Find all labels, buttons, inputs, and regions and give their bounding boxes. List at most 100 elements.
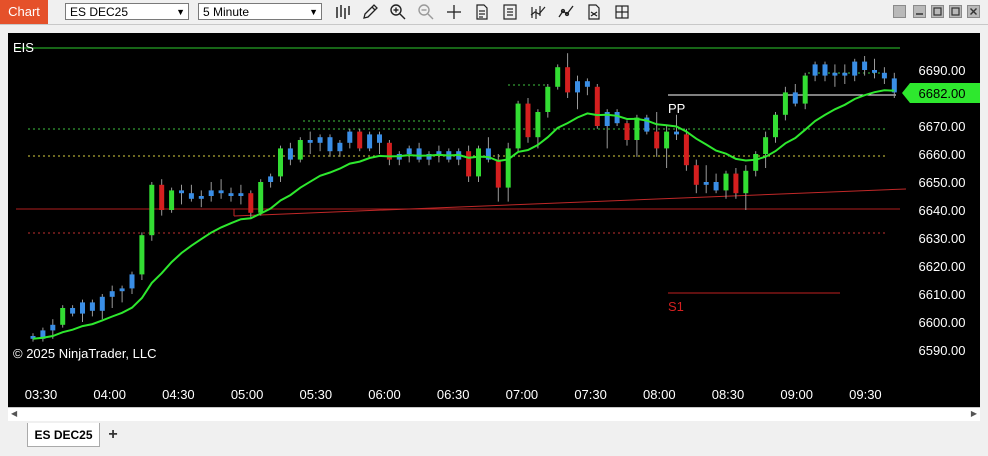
chart-toolbar: Chart ES DEC25 ▼ 5 Minute ▼ bbox=[0, 0, 988, 25]
interval-selector[interactable]: 5 Minute ▼ bbox=[198, 3, 322, 20]
scroll-left-icon[interactable]: ◀ bbox=[11, 409, 17, 418]
price-chart[interactable]: EIS PP S1 © 2025 NinjaTrader, LLC 6690.0… bbox=[8, 33, 980, 407]
y-tick-label: 6690.00 bbox=[919, 63, 966, 78]
candle-body bbox=[683, 134, 689, 166]
price-axis[interactable]: 6690.006680.006670.006660.006650.006640.… bbox=[919, 63, 966, 358]
candle-body bbox=[159, 184, 165, 210]
candle-body bbox=[307, 140, 313, 143]
candle-body bbox=[208, 190, 214, 196]
x-tick-label: 05:30 bbox=[300, 387, 333, 402]
candle-body bbox=[812, 64, 818, 76]
add-tab-icon[interactable]: + bbox=[103, 426, 123, 444]
templates-icon[interactable] bbox=[585, 3, 603, 21]
candle-body bbox=[743, 170, 749, 194]
candle-body bbox=[654, 131, 660, 149]
candlestick-series bbox=[30, 53, 897, 342]
strategies-icon[interactable] bbox=[557, 3, 575, 21]
candle-body bbox=[179, 190, 184, 194]
close-icon bbox=[970, 8, 977, 15]
candle-body bbox=[723, 173, 729, 191]
candle-body bbox=[565, 67, 571, 93]
candle-body bbox=[119, 288, 125, 292]
candle-body bbox=[60, 308, 66, 325]
minimize-button[interactable] bbox=[913, 5, 926, 18]
zoom-in-icon[interactable] bbox=[389, 3, 407, 21]
candle-body bbox=[327, 137, 333, 152]
eis-label: EIS bbox=[13, 40, 34, 55]
chart-trader-icon[interactable] bbox=[613, 3, 631, 21]
candle-body bbox=[862, 61, 868, 70]
y-tick-label: 6590.00 bbox=[919, 343, 966, 358]
candle-body bbox=[367, 134, 373, 149]
candle-body bbox=[188, 193, 194, 199]
indicators-icon[interactable] bbox=[529, 3, 547, 21]
current-price-label: 6682.00 bbox=[919, 86, 966, 101]
data-box-icon[interactable] bbox=[473, 3, 491, 21]
candle-body bbox=[406, 148, 412, 154]
restore-button[interactable] bbox=[949, 5, 962, 18]
y-tick-label: 6660.00 bbox=[919, 147, 966, 162]
chart-panel[interactable]: EIS PP S1 © 2025 NinjaTrader, LLC 6690.0… bbox=[8, 33, 980, 407]
candle-body bbox=[149, 184, 155, 236]
x-tick-label: 09:30 bbox=[849, 387, 882, 402]
horizontal-scrollbar[interactable]: ◀ ▶ bbox=[8, 407, 980, 421]
candle-body bbox=[287, 148, 293, 160]
y-tick-label: 6640.00 bbox=[919, 203, 966, 218]
crosshair-icon[interactable] bbox=[445, 3, 463, 21]
candle-body bbox=[278, 148, 283, 177]
candle-body bbox=[466, 151, 472, 177]
candle-body bbox=[228, 193, 234, 196]
link-window-button[interactable] bbox=[893, 5, 906, 18]
candle-body bbox=[545, 86, 551, 112]
candle-body bbox=[99, 296, 105, 311]
properties-icon[interactable] bbox=[501, 3, 519, 21]
restore-icon bbox=[951, 7, 960, 16]
candle-body bbox=[515, 103, 521, 149]
candle-body bbox=[377, 134, 382, 143]
candle-body bbox=[109, 291, 115, 297]
candle-body bbox=[614, 112, 620, 124]
candle-body bbox=[664, 131, 670, 149]
scrollbar-thumb[interactable] bbox=[20, 410, 968, 419]
instrument-selector-value: ES DEC25 bbox=[70, 5, 129, 19]
s1-label: S1 bbox=[668, 299, 684, 314]
chevron-down-icon: ▼ bbox=[309, 7, 318, 17]
candle-body bbox=[505, 148, 511, 188]
zoom-out-icon[interactable] bbox=[417, 3, 435, 21]
candle-body bbox=[782, 92, 788, 115]
candle-body bbox=[357, 131, 363, 149]
bar-type-icon[interactable] bbox=[333, 3, 351, 21]
maximize-button[interactable] bbox=[931, 5, 944, 18]
interval-selector-value: 5 Minute bbox=[203, 5, 250, 19]
instrument-tab[interactable]: ES DEC25 bbox=[27, 423, 100, 447]
candle-body bbox=[347, 131, 353, 143]
candle-body bbox=[535, 112, 541, 138]
candle-body bbox=[436, 151, 442, 154]
candle-body bbox=[89, 302, 95, 311]
candle-body bbox=[258, 182, 264, 213]
x-tick-label: 05:00 bbox=[231, 387, 264, 402]
scroll-right-icon[interactable]: ▶ bbox=[971, 409, 977, 418]
candle-body bbox=[317, 137, 323, 143]
candle-body bbox=[555, 67, 561, 87]
close-button[interactable] bbox=[967, 5, 980, 18]
candle-body bbox=[852, 61, 858, 76]
instrument-selector[interactable]: ES DEC25 ▼ bbox=[65, 3, 189, 20]
x-tick-label: 09:00 bbox=[780, 387, 813, 402]
candle-body bbox=[753, 154, 759, 171]
candle-body bbox=[238, 193, 244, 196]
pp-label: PP bbox=[668, 101, 685, 116]
candle-body bbox=[495, 159, 501, 188]
chart-window-tab[interactable]: Chart bbox=[0, 0, 48, 24]
candle-body bbox=[476, 148, 481, 177]
time-axis[interactable]: 03:30 04:00 04:30 05:00 05:30 06:00 06:30 07:00… bbox=[25, 387, 882, 402]
trendline bbox=[233, 188, 907, 217]
x-tick-label: 06:00 bbox=[368, 387, 401, 402]
current-price-marker: 6682.00 bbox=[902, 83, 980, 103]
x-tick-label: 07:30 bbox=[574, 387, 607, 402]
drawing-pencil-icon[interactable] bbox=[361, 3, 379, 21]
candle-body bbox=[703, 182, 709, 185]
candle-body bbox=[218, 190, 224, 194]
y-tick-label: 6610.00 bbox=[919, 287, 966, 302]
candle-body bbox=[297, 140, 303, 160]
